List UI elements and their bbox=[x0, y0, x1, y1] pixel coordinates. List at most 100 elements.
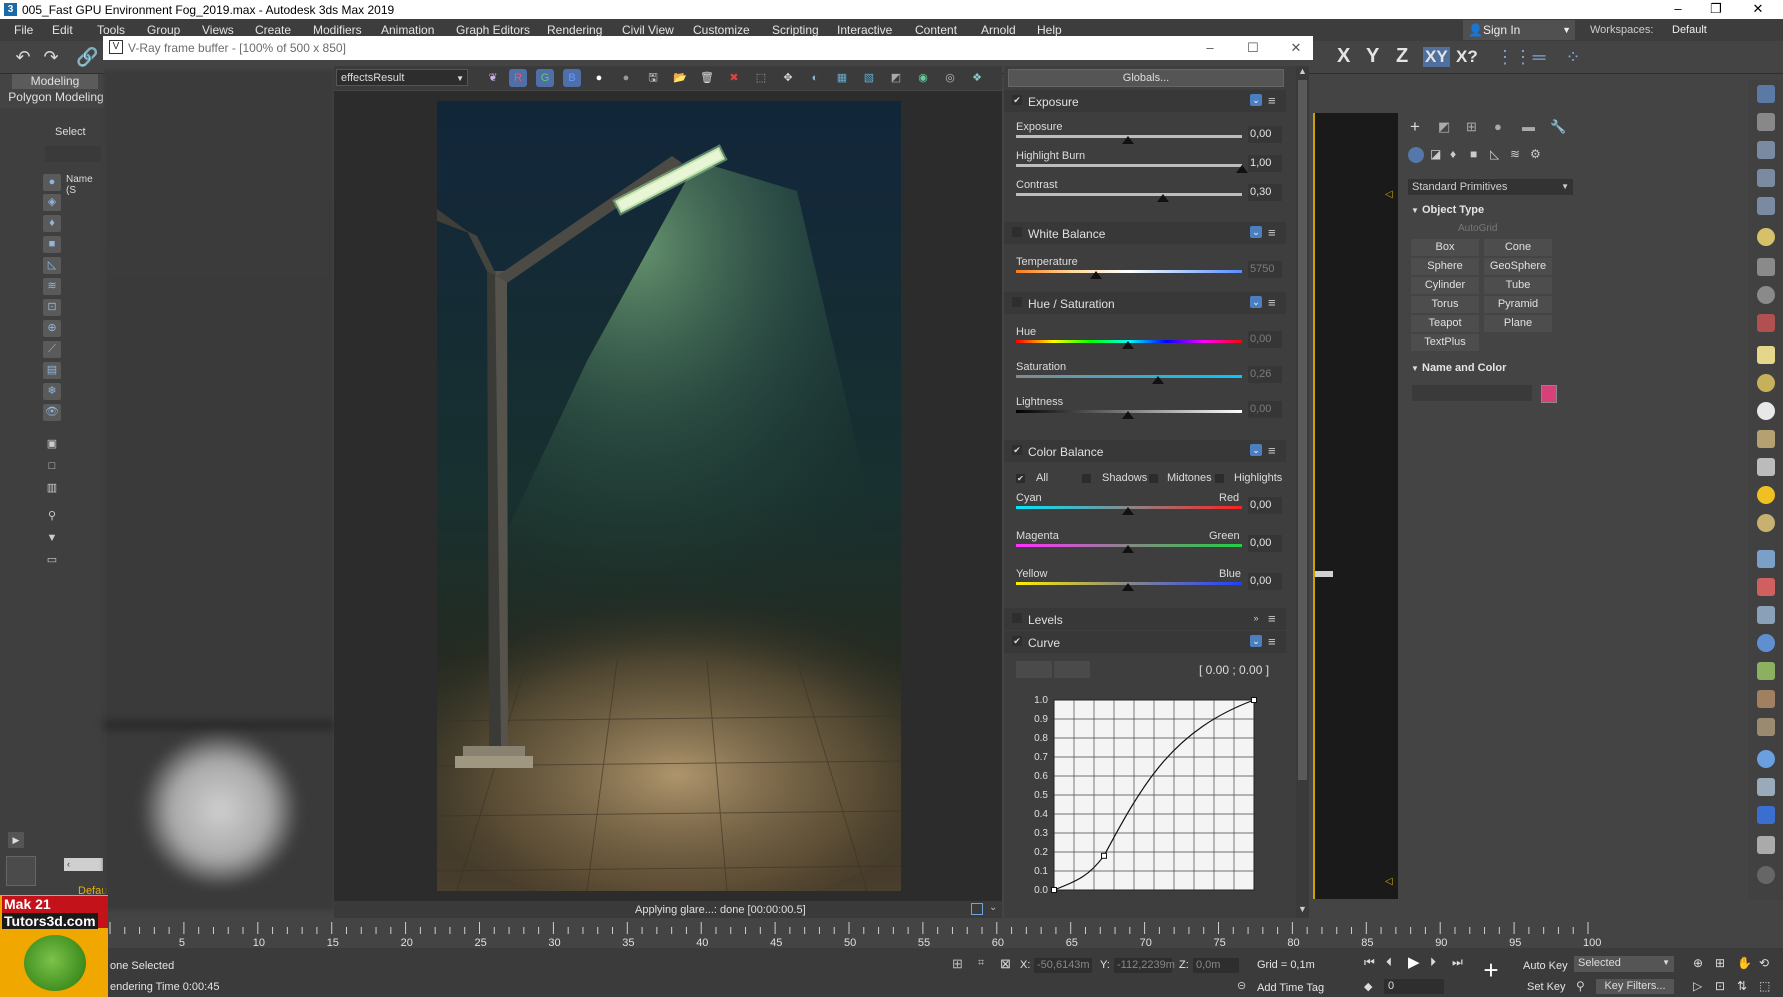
menu-tools[interactable]: Tools bbox=[97, 23, 125, 37]
cameras-icon[interactable]: ■ bbox=[1470, 147, 1477, 161]
lightness-thumb[interactable] bbox=[1122, 411, 1134, 419]
red-channel-button[interactable]: R bbox=[509, 69, 527, 87]
set-key-plus-icon[interactable]: + bbox=[1476, 954, 1506, 986]
layout-icon[interactable] bbox=[6, 856, 36, 886]
menu-icon[interactable]: ≡ bbox=[1268, 225, 1276, 240]
history-icon[interactable]: ◩ bbox=[887, 69, 905, 87]
vfb-close-icon[interactable]: ✕ bbox=[1281, 40, 1311, 56]
help-icon[interactable] bbox=[1757, 866, 1775, 884]
curve-control-point[interactable] bbox=[1101, 852, 1107, 859]
collapse-icon[interactable]: ⌄ bbox=[1250, 296, 1262, 308]
render-icon[interactable]: ◉ bbox=[914, 69, 932, 87]
saturation-value[interactable]: 0,26 bbox=[1248, 366, 1282, 383]
curve-control-point[interactable] bbox=[1251, 697, 1257, 703]
tab-modeling[interactable]: Modeling bbox=[12, 74, 98, 89]
y-coordinate-field[interactable]: -112,2239m bbox=[1114, 958, 1175, 973]
exposure-header[interactable]: ✔ Exposure ⌄ ≡ bbox=[1004, 90, 1286, 112]
workspaces-select[interactable]: Default bbox=[1672, 24, 1707, 36]
display-hidden-icon[interactable]: 👁 bbox=[43, 404, 61, 421]
stamp-icon[interactable]: ▧ bbox=[860, 69, 878, 87]
menu-icon[interactable]: ≡ bbox=[1268, 295, 1276, 310]
object-name-field[interactable] bbox=[1412, 385, 1532, 401]
color-balance-header[interactable]: ✔ Color Balance ⌄ ≡ bbox=[1004, 440, 1286, 462]
box-button[interactable]: Box bbox=[1411, 239, 1479, 256]
toolbar-icon-21[interactable] bbox=[1757, 662, 1775, 680]
blue-channel-button[interactable]: B bbox=[563, 69, 581, 87]
toolbar-icon-26[interactable] bbox=[1757, 806, 1775, 824]
saturation-thumb[interactable] bbox=[1152, 376, 1164, 384]
folder-icon[interactable]: ▭ bbox=[43, 552, 61, 569]
menu-animation[interactable]: Animation bbox=[381, 23, 434, 37]
menu-icon[interactable]: ≡ bbox=[1268, 634, 1276, 649]
light-bulb-icon[interactable] bbox=[1757, 228, 1775, 246]
axis-constraint-button[interactable]: X? bbox=[1456, 47, 1478, 67]
toolbar-icon-1[interactable] bbox=[1757, 85, 1775, 103]
sphere-button[interactable]: Sphere bbox=[1411, 258, 1479, 275]
zoom-icon[interactable]: ⊕ bbox=[1693, 956, 1703, 970]
yellow-blue-value[interactable]: 0,00 bbox=[1248, 573, 1282, 590]
toolbar-icon-23[interactable] bbox=[1757, 718, 1775, 736]
toolbar-icon-9[interactable] bbox=[1757, 314, 1775, 332]
alpha-white-icon[interactable]: ● bbox=[590, 69, 608, 87]
link-icon[interactable]: 🔗 bbox=[76, 46, 98, 68]
curve-save-button[interactable] bbox=[1054, 661, 1090, 678]
magenta-green-value[interactable]: 0,00 bbox=[1248, 535, 1282, 552]
current-frame-field[interactable]: 0 bbox=[1384, 979, 1444, 994]
highlight-burn-value[interactable]: 1,00 bbox=[1248, 155, 1282, 172]
timeline[interactable]: 5 10 15 20 25 30 35 40 45 50 55 60 65 70 75 80 85 90 95 100 bbox=[100, 918, 1730, 949]
info-icon[interactable]: ❖ bbox=[968, 69, 986, 87]
temperature-value[interactable]: 5750 bbox=[1248, 261, 1282, 278]
align-icon[interactable]: ═ bbox=[1528, 46, 1550, 68]
menu-graph-editors[interactable]: Graph Editors bbox=[456, 23, 530, 37]
spacewarps-icon[interactable]: ≋ bbox=[1510, 147, 1520, 161]
menu-civil-view[interactable]: Civil View bbox=[622, 23, 674, 37]
display-cameras-icon[interactable]: ■ bbox=[43, 236, 61, 253]
axis-x-button[interactable]: X bbox=[1337, 45, 1350, 68]
curve-checkbox[interactable]: ✔ bbox=[1012, 636, 1022, 646]
menu-icon[interactable]: ≡ bbox=[1268, 611, 1276, 626]
close-icon[interactable]: ✕ bbox=[1740, 1, 1776, 17]
temperature-thumb[interactable] bbox=[1090, 271, 1102, 279]
curve-graph[interactable]: 1.0 0.9 0.8 0.7 0.6 0.5 0.4 0.3 0.2 0.1 0.0 bbox=[1014, 690, 1284, 914]
white-balance-checkbox[interactable] bbox=[1012, 227, 1022, 237]
menu-content[interactable]: Content bbox=[915, 23, 957, 37]
toolbar-icon-25[interactable] bbox=[1757, 778, 1775, 796]
toolbar-icon-13[interactable] bbox=[1757, 430, 1775, 448]
expand-panel-icon[interactable] bbox=[971, 903, 983, 915]
toolbar-icon-8[interactable] bbox=[1757, 286, 1775, 304]
display-tab-icon[interactable]: ▬ bbox=[1522, 119, 1535, 134]
modify-tab-icon[interactable]: ◩ bbox=[1438, 119, 1450, 135]
temperature-slider[interactable] bbox=[1016, 270, 1242, 273]
goto-end-icon[interactable]: ⏭ bbox=[1452, 955, 1463, 970]
tube-button[interactable]: Tube bbox=[1484, 277, 1552, 294]
shapes-icon[interactable]: ◪ bbox=[1430, 147, 1441, 161]
filter-icon[interactable]: ▼ bbox=[43, 530, 61, 547]
sun-icon[interactable] bbox=[1757, 486, 1775, 504]
levels-checkbox[interactable] bbox=[1012, 613, 1022, 623]
scroll-left-icon[interactable]: ‹ bbox=[64, 858, 103, 871]
toolbar-icon-17[interactable] bbox=[1757, 550, 1775, 568]
sphere-light-icon[interactable] bbox=[1757, 374, 1775, 392]
lut-icon[interactable]: ◎ bbox=[941, 69, 959, 87]
menu-arnold[interactable]: Arnold bbox=[981, 23, 1016, 37]
toolbar-icon-24[interactable] bbox=[1757, 750, 1775, 768]
menu-edit[interactable]: Edit bbox=[52, 23, 73, 37]
scroll-up-icon[interactable]: ▲ bbox=[1298, 66, 1307, 76]
exposure-slider-thumb[interactable] bbox=[1122, 136, 1134, 144]
link-to-vfb-icon[interactable]: ◐ bbox=[806, 69, 824, 87]
isolate-icon[interactable]: ⌗ bbox=[978, 957, 984, 970]
green-channel-button[interactable]: G bbox=[536, 69, 554, 87]
toolbar-icon-2[interactable] bbox=[1757, 113, 1775, 131]
hue-thumb[interactable] bbox=[1122, 341, 1134, 349]
lightness-value[interactable]: 0,00 bbox=[1248, 401, 1282, 418]
load-image-icon[interactable]: 📂 bbox=[671, 69, 689, 87]
scroll-down-icon[interactable]: ▼ bbox=[1298, 904, 1307, 914]
curve-editor[interactable]: 1.0 0.9 0.8 0.7 0.6 0.5 0.4 0.3 0.2 0.1 0.0 bbox=[1014, 690, 1284, 914]
systems-icon[interactable]: ⚙ bbox=[1530, 147, 1541, 161]
color-picker-icon[interactable]: ❦ bbox=[484, 69, 502, 87]
toolbar-icon-18[interactable] bbox=[1757, 578, 1775, 596]
utilities-tab-icon[interactable]: 🔧 bbox=[1550, 119, 1566, 135]
motion-tab-icon[interactable]: ● bbox=[1494, 119, 1502, 134]
save-image-icon[interactable]: 🖫 bbox=[644, 69, 662, 87]
pan-icon[interactable]: ✋ bbox=[1737, 956, 1752, 970]
